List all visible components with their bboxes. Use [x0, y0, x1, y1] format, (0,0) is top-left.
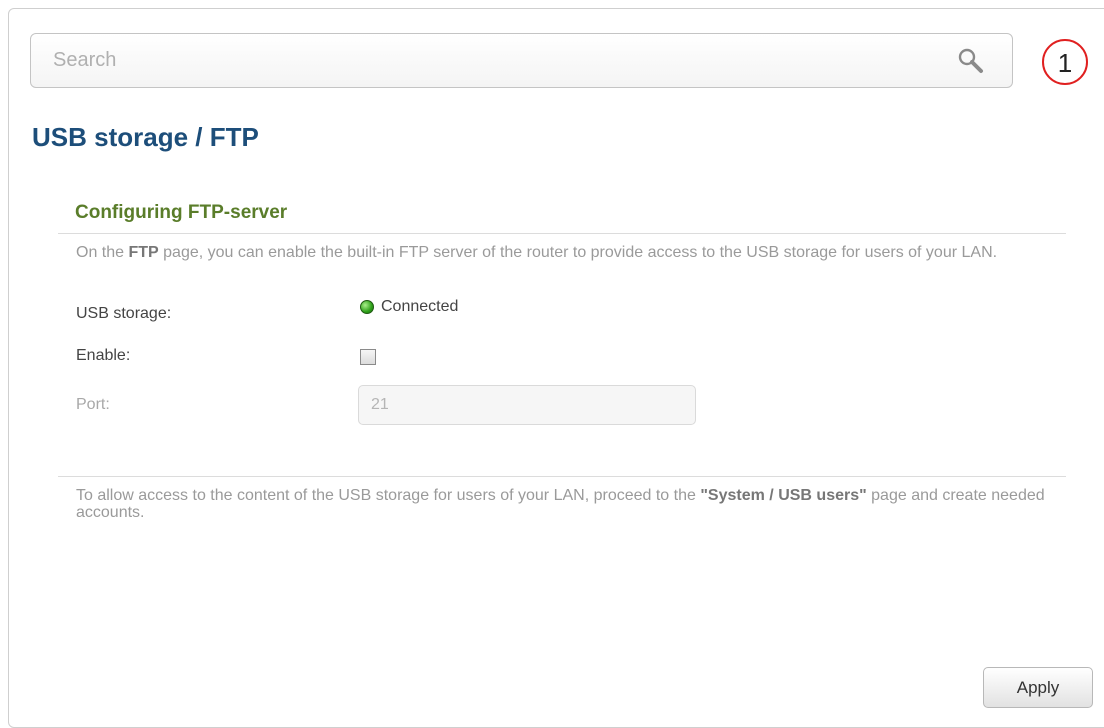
- port-label: Port:: [76, 396, 110, 413]
- note-divider: [58, 476, 1066, 477]
- content-panel: [8, 8, 1104, 728]
- page-title: USB storage / FTP: [32, 122, 259, 152]
- search-box: [30, 33, 1013, 88]
- usb-storage-status-text: Connected: [381, 298, 459, 315]
- apply-button[interactable]: Apply: [983, 667, 1093, 708]
- status-connected-icon: [360, 300, 374, 314]
- search-input[interactable]: [31, 34, 931, 87]
- callout-number: 1: [1057, 48, 1073, 78]
- section-description: On the FTP page, you can enable the buil…: [76, 244, 998, 261]
- usb-storage-label: USB storage:: [76, 305, 172, 322]
- search-icon[interactable]: [956, 46, 986, 76]
- section-divider: [58, 233, 1066, 234]
- section-title: Configuring FTP-server: [75, 202, 288, 223]
- usb-storage-status: Connected: [360, 298, 458, 316]
- enable-label: Enable:: [76, 347, 131, 364]
- callout-badge: 1: [1036, 36, 1096, 92]
- usb-users-note: To allow access to the content of the US…: [76, 487, 1045, 521]
- enable-checkbox[interactable]: [360, 349, 376, 365]
- port-input[interactable]: [358, 385, 696, 425]
